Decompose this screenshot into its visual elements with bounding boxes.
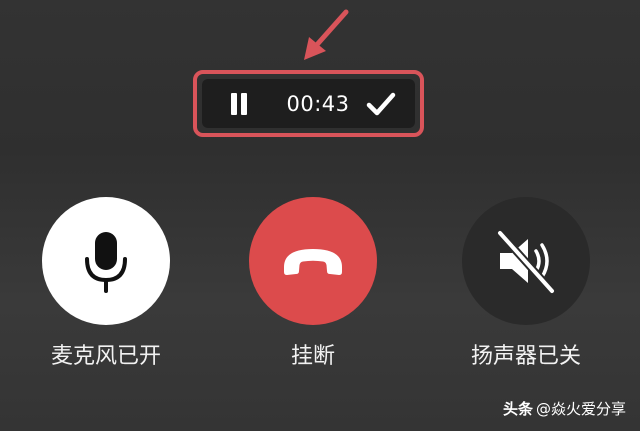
- hangup-control: 挂断: [233, 197, 393, 372]
- watermark-handle: @焱火爱分享: [535, 400, 626, 418]
- speaker-label: 扬声器已关: [470, 344, 581, 369]
- speaker-button[interactable]: [462, 197, 590, 325]
- pause-icon: [241, 93, 247, 115]
- hangup-label: 挂断: [290, 344, 335, 369]
- recording-highlight-frame: 00:43: [193, 70, 424, 137]
- microphone-control: 麦克风已开: [26, 197, 186, 372]
- speaker-muted-icon: [496, 229, 556, 295]
- check-icon[interactable]: [365, 90, 397, 118]
- microphone-button[interactable]: [42, 197, 170, 325]
- hangup-button[interactable]: [249, 197, 377, 325]
- pause-button[interactable]: [228, 91, 250, 117]
- pause-icon: [231, 93, 237, 115]
- recording-timer: 00:43: [286, 92, 350, 116]
- arrow-icon: [304, 9, 349, 60]
- watermark: 头条 @焱火爱分享: [503, 399, 626, 419]
- watermark-brand: 头条: [502, 400, 533, 418]
- phone-hangup-icon: [284, 249, 342, 275]
- microphone-label: 麦克风已开: [50, 344, 161, 369]
- recording-bar: 00:43: [202, 79, 415, 128]
- speaker-control: 扬声器已关: [446, 197, 606, 372]
- microphone-icon: [85, 232, 127, 293]
